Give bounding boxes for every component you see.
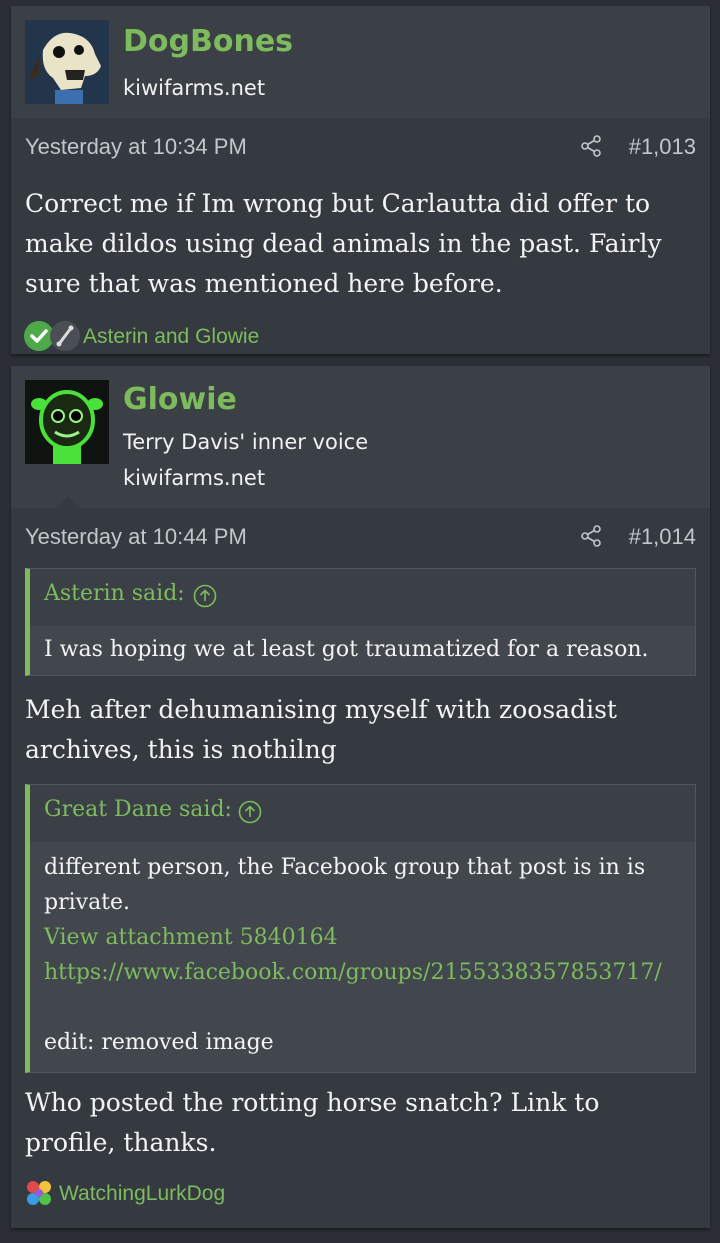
quote-author[interactable]: Asterin said: bbox=[44, 581, 185, 606]
post-meta: Yesterday at 10:34 PM #1,013 bbox=[11, 118, 710, 174]
post-1014: Glowie Terry Davis' inner voice kiwifarm… bbox=[11, 366, 710, 1228]
user-title: Terry Davis' inner voice bbox=[123, 430, 369, 454]
puzzle-react-icon bbox=[27, 1181, 51, 1205]
post-body: Yesterday at 10:44 PM #1,014 Asterin sai… bbox=[11, 508, 710, 1221]
post-date[interactable]: Yesterday at 10:34 PM bbox=[25, 134, 247, 160]
post-content: Meh after dehumanising myself with zoosa… bbox=[25, 695, 617, 764]
reactions-bar[interactable]: Asterin and Glowie bbox=[11, 316, 710, 364]
glowing-head-avatar-icon bbox=[25, 380, 109, 464]
avatar[interactable] bbox=[25, 380, 109, 464]
reactions-bar[interactable]: WatchingLurkDog bbox=[11, 1173, 710, 1221]
post-1013: DogBones kiwifarms.net Yesterday at 10:3… bbox=[11, 6, 710, 354]
quote-header[interactable]: Asterin said: bbox=[30, 569, 695, 626]
share-icon[interactable] bbox=[579, 524, 603, 548]
post-content: Who posted the rotting horse snatch? Lin… bbox=[25, 1088, 600, 1157]
quote-header[interactable]: Great Dane said: bbox=[30, 785, 695, 842]
post-date[interactable]: Yesterday at 10:44 PM bbox=[25, 524, 247, 550]
reaction-names[interactable]: Asterin and Glowie bbox=[83, 325, 259, 349]
user-site: kiwifarms.net bbox=[123, 466, 266, 490]
jump-to-quote-icon[interactable] bbox=[193, 584, 217, 608]
quote-text: I was hoping we at least got traumatized… bbox=[44, 637, 649, 662]
bone-react-icon bbox=[50, 321, 80, 351]
jump-to-quote-icon[interactable] bbox=[238, 800, 262, 824]
post-header: Glowie Terry Davis' inner voice kiwifarm… bbox=[11, 366, 710, 508]
attachment-link[interactable]: View attachment 5840164 bbox=[44, 920, 681, 955]
header-pointer bbox=[57, 496, 79, 508]
post-body: Yesterday at 10:34 PM #1,013 Correct me … bbox=[11, 118, 710, 364]
username[interactable]: Glowie bbox=[123, 382, 237, 417]
post-header: DogBones kiwifarms.net bbox=[11, 6, 710, 118]
quote-author[interactable]: Great Dane said: bbox=[44, 797, 232, 822]
dog-skull-avatar-icon bbox=[25, 20, 109, 104]
post-number[interactable]: #1,013 bbox=[629, 134, 696, 160]
share-icon[interactable] bbox=[579, 134, 603, 158]
url-link[interactable]: https://www.facebook.com/groups/21553383… bbox=[44, 955, 681, 990]
post-number[interactable]: #1,014 bbox=[629, 524, 696, 550]
quote-edit-note: edit: removed image bbox=[44, 1030, 274, 1055]
user-site: kiwifarms.net bbox=[123, 76, 266, 100]
quote-block: Great Dane said: different person, the F… bbox=[25, 784, 696, 1073]
quote-block: Asterin said: I was hoping we at least g… bbox=[25, 568, 696, 676]
post-meta: Yesterday at 10:44 PM #1,014 bbox=[11, 508, 710, 564]
avatar[interactable] bbox=[25, 20, 109, 104]
quote-text: different person, the Facebook group tha… bbox=[30, 842, 695, 1072]
reaction-names[interactable]: WatchingLurkDog bbox=[59, 1182, 225, 1206]
username[interactable]: DogBones bbox=[123, 24, 293, 59]
quote-paragraph: different person, the Facebook group tha… bbox=[44, 855, 646, 915]
post-content: Correct me if Im wrong but Carlautta did… bbox=[25, 189, 662, 298]
